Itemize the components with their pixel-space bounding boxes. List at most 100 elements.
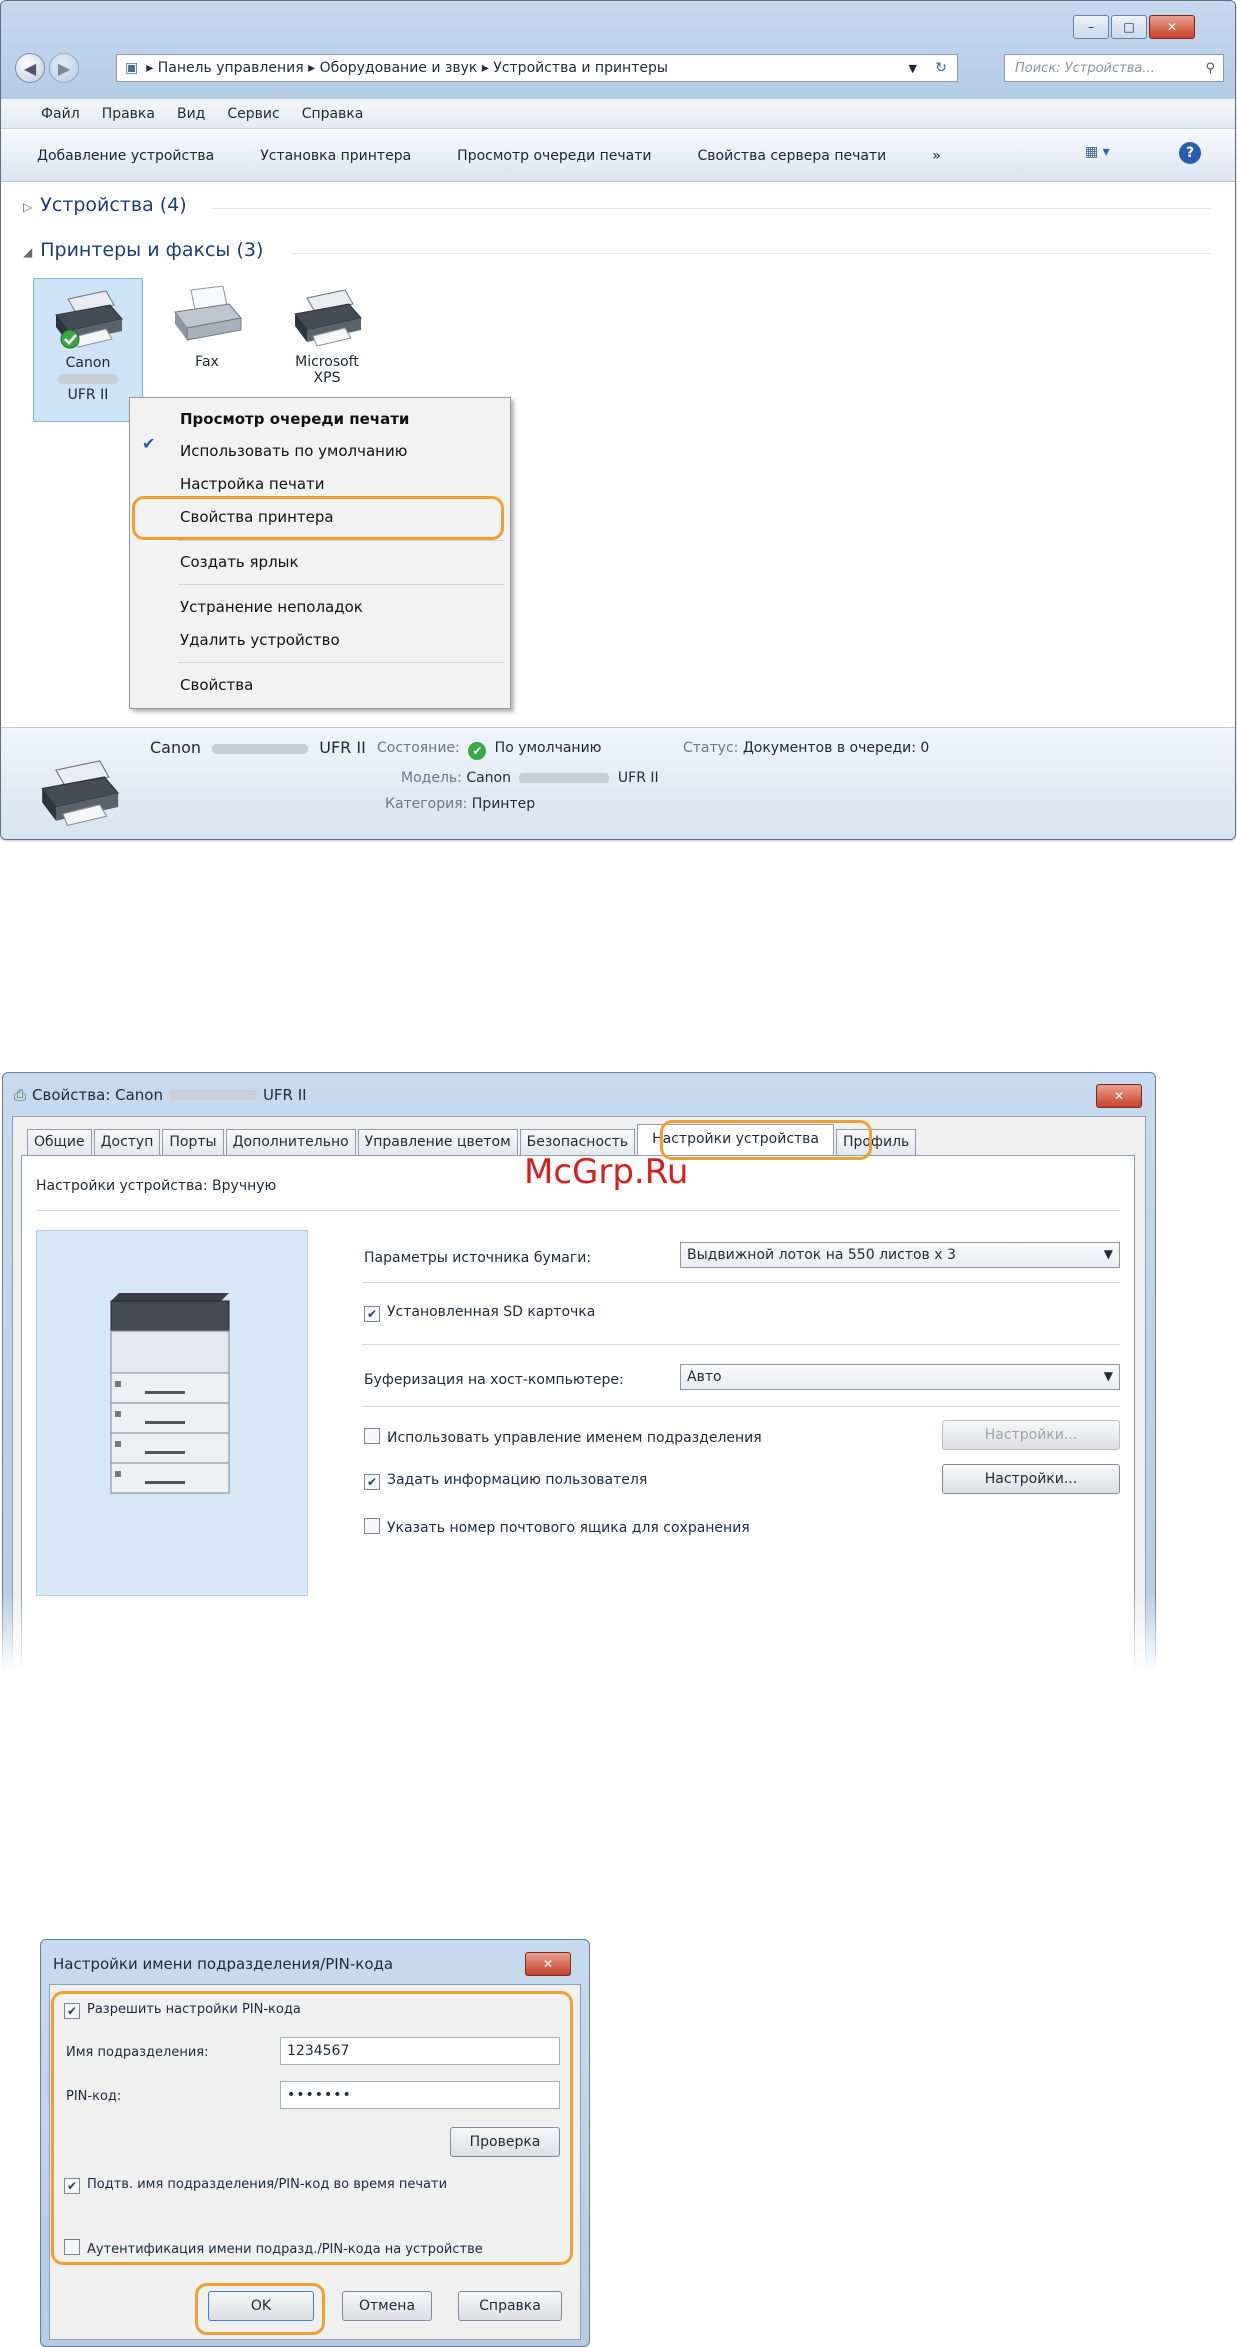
back-button[interactable]: ◀ [15, 53, 45, 83]
control-panel-icon: ▣ [125, 60, 139, 76]
add-device-button[interactable]: Добавление устройства [37, 148, 214, 164]
status-category: Категория: Принтер [385, 796, 535, 812]
user-info-checkbox[interactable]: ✔ Задать информацию пользователя [364, 1472, 647, 1490]
chevron-down-icon: ▼ [1103, 1369, 1113, 1383]
mailbox-label: Указать номер почтового ящика для сохран… [387, 1520, 750, 1536]
address-bar[interactable]: ▣ ▸ Панель управления ▸ Оборудование и з… [116, 54, 958, 82]
breadcrumb-2[interactable]: Устройства и принтеры [493, 60, 668, 76]
menu-help[interactable]: Справка [302, 106, 364, 122]
highlight-printer-properties [132, 496, 504, 540]
tab-ports[interactable]: Порты [162, 1129, 224, 1157]
close-button[interactable]: ✕ [1149, 15, 1195, 39]
search-icon: ⚲ [1205, 60, 1215, 76]
dialog-title-suffix: UFR II [262, 1086, 307, 1104]
watermark: McGrp.Ru [524, 1152, 689, 1192]
divider [362, 1282, 1120, 1283]
menu-edit[interactable]: Правка [102, 106, 155, 122]
refresh-icon[interactable]: ↻ [935, 60, 947, 76]
breadcrumb-0[interactable]: Панель управления [158, 60, 304, 76]
status-driver: UFR II [319, 738, 366, 757]
tab-general[interactable]: Общие [27, 1129, 92, 1157]
menu-item-troubleshoot[interactable]: Устранение неполадок [180, 598, 363, 616]
device-canon-sub: UFR II [67, 387, 109, 403]
pin-dialog-title: Настройки имени подразделения/PIN-кода [53, 1955, 394, 1973]
printer-preview-panel [36, 1230, 308, 1596]
cancel-button[interactable]: Отмена [342, 2291, 432, 2321]
menu-item-set-default[interactable]: Использовать по умолчанию [180, 442, 407, 460]
device-xps-sub: XPS [313, 370, 341, 386]
group-printers[interactable]: ◢ Принтеры и факсы (3) [23, 239, 263, 261]
checked-box-icon: ✔ [364, 1474, 380, 1490]
more-commands-button[interactable]: » [932, 148, 941, 164]
mailbox-checkbox[interactable]: Указать номер почтового ящика для сохран… [364, 1518, 750, 1536]
user-settings-button[interactable]: Настройки... [942, 1464, 1120, 1494]
group-devices[interactable]: ▷ Устройства (4) [23, 194, 187, 216]
dept-id-checkbox[interactable]: Использовать управление именем подраздел… [364, 1428, 762, 1446]
highlight-pin-settings [51, 1991, 573, 2265]
breadcrumb-1[interactable]: Оборудование и звук [320, 60, 478, 76]
sd-card-checkbox[interactable]: ✔ Установленная SD карточка [364, 1304, 595, 1322]
menu-item-create-shortcut[interactable]: Создать ярлык [180, 553, 299, 571]
spool-select[interactable]: Авто ▼ [680, 1364, 1120, 1390]
dept-id-label: Использовать управление именем подраздел… [387, 1430, 762, 1446]
search-input[interactable]: Поиск: Устройства... ⚲ [1004, 54, 1224, 82]
blurred-model [168, 1090, 257, 1100]
menu-item-print-settings[interactable]: Настройка печати [180, 475, 325, 493]
close-button[interactable]: ✕ [1096, 1084, 1142, 1108]
dept-settings-button[interactable]: Настройки... [942, 1420, 1120, 1450]
close-button[interactable]: ✕ [525, 1952, 571, 1976]
spool-label: Буферизация на хост-компьютере: [364, 1372, 624, 1388]
default-check-icon: ✔ [468, 742, 487, 760]
model-driver: UFR II [617, 770, 659, 786]
tab-advanced[interactable]: Дополнительно [225, 1129, 356, 1157]
command-bar: Добавление устройства Установка принтера… [1, 130, 1235, 182]
spool-value: Авто [687, 1369, 722, 1385]
menu-item-print-queue[interactable]: Просмотр очереди печати [180, 410, 409, 428]
dropdown-icon[interactable]: ▼ [909, 62, 917, 75]
help-icon[interactable]: ? [1179, 142, 1201, 164]
menu-file[interactable]: Файл [41, 106, 80, 122]
help-button[interactable]: Справка [458, 2291, 562, 2321]
category-value: Принтер [471, 796, 536, 812]
group-divider [291, 253, 1211, 254]
printer-small-icon: ⎙ [14, 1086, 27, 1104]
menu-item-properties[interactable]: Свойства [180, 676, 253, 694]
menu-view[interactable]: Вид [177, 106, 205, 122]
dialog-body: Общие Доступ Порты Дополнительно Управле… [12, 1116, 1146, 1672]
sd-card-label: Установленная SD карточка [387, 1304, 596, 1320]
printer-icon [41, 760, 120, 827]
tab-color-management[interactable]: Управление цветом [357, 1129, 518, 1157]
status-state: Состояние: ✔ По умолчанию [377, 740, 601, 760]
device-xps[interactable]: Microsoft XPS [273, 278, 381, 386]
menu-service[interactable]: Сервис [227, 106, 279, 122]
group-divider [211, 208, 1211, 209]
print-queue-button[interactable]: Просмотр очереди печати [457, 148, 651, 164]
printer-icon [294, 289, 362, 347]
device-canon[interactable]: Canon UFR II [33, 278, 143, 422]
menu-bar: Файл Правка Вид Сервис Справка [1, 99, 1235, 129]
search-placeholder: Поиск: Устройства... [1015, 60, 1155, 76]
maximize-button[interactable]: □ [1111, 15, 1147, 39]
forward-button[interactable]: ▶ [49, 53, 79, 83]
paper-source-select[interactable]: Выдвижной лоток на 550 листов x 3 ▼ [680, 1242, 1120, 1268]
menu-item-remove-device[interactable]: Удалить устройство [180, 631, 340, 649]
checkmark-icon: ✔ [142, 434, 156, 453]
unchecked-box-icon [364, 1518, 380, 1534]
device-xps-label: Microsoft [295, 354, 359, 370]
category-label: Категория: [385, 796, 468, 812]
add-printer-button[interactable]: Установка принтера [260, 148, 411, 164]
print-server-properties-button[interactable]: Свойства сервера печати [698, 148, 887, 164]
group-printers-label: Принтеры и факсы (3) [40, 239, 264, 261]
collapsed-triangle-icon: ▷ [23, 200, 33, 214]
group-devices-label: Устройства (4) [40, 194, 187, 216]
highlight-ok-button [195, 2283, 325, 2335]
view-options-icon[interactable]: ▦ ▾ [1085, 144, 1110, 160]
tab-sharing[interactable]: Доступ [93, 1129, 161, 1157]
paper-source-value: Выдвижной лоток на 550 листов x 3 [687, 1247, 956, 1263]
device-fax-label: Fax [195, 354, 219, 370]
user-info-label: Задать информацию пользователя [387, 1472, 648, 1488]
minimize-button[interactable]: – [1073, 15, 1109, 39]
device-fax[interactable]: Fax [153, 278, 261, 370]
dialog-title: ⎙ Свойства: Canon UFR II [14, 1086, 307, 1104]
details-pane: Canon UFR II Состояние: ✔ По умолчанию С… [1, 727, 1235, 839]
